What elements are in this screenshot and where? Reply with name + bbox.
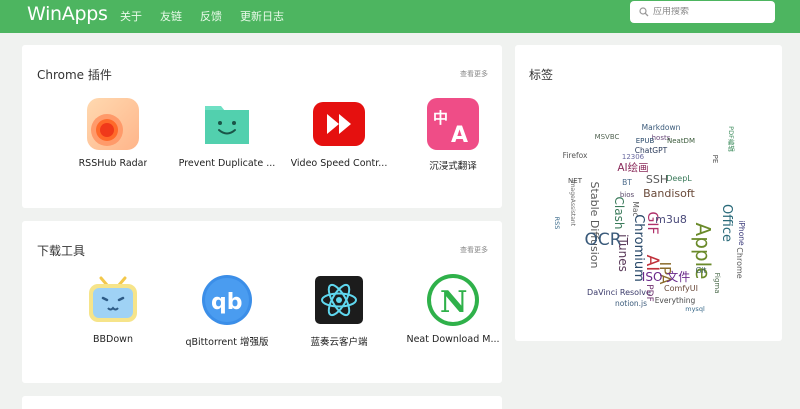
svg-text:qb: qb	[211, 290, 243, 315]
app-card-rsshub-radar[interactable]: RSSHub Radar	[58, 96, 168, 176]
view-more-link[interactable]: 查看更多	[460, 69, 488, 79]
app-card-lanzou-client[interactable]: 蓝奏云客户端	[284, 272, 394, 352]
tag-39[interactable]: Mac	[631, 201, 640, 216]
tag-33[interactable]: Clash	[612, 197, 626, 230]
app-name: Prevent Duplicate ...	[178, 158, 276, 169]
nav-feedback[interactable]: 反馈	[200, 8, 222, 24]
tag-35[interactable]: Git	[696, 266, 707, 275]
site-logo[interactable]: WinApps	[27, 3, 108, 25]
tag-17[interactable]: m3u8	[655, 213, 687, 226]
tag-11[interactable]: SSH	[646, 173, 668, 186]
tag-20[interactable]: Stable Diffusion	[588, 182, 601, 269]
section-tags: 标签 Markdown hosts MSVBC EPUB NeatDM PDF编辑 Fire…	[515, 45, 782, 341]
app-name: Video Speed Contr...	[290, 158, 388, 169]
search-box[interactable]	[630, 1, 775, 23]
tag-10[interactable]: AI绘画	[617, 161, 648, 174]
tag-5[interactable]: PDF编辑	[727, 126, 736, 152]
app-name: Neat Download M...	[406, 334, 500, 345]
tag-30[interactable]: Photoshop	[647, 312, 687, 313]
tag-26[interactable]: ComfyUI	[664, 284, 698, 293]
prevent-duplicate-icon	[205, 106, 249, 144]
tag-24[interactable]: ISO 文件	[642, 269, 690, 284]
tag-8[interactable]: ChatGPT	[635, 146, 668, 155]
tag-31[interactable]: RSS	[553, 217, 561, 230]
lanzou-client-icon	[315, 276, 363, 324]
tag-9[interactable]: PE	[711, 155, 719, 164]
app-name: RSSHub Radar	[78, 158, 148, 169]
tag-37[interactable]: BT	[622, 178, 632, 187]
neat-download-manager-icon: N	[427, 274, 479, 326]
app-card-video-speed-controller[interactable]: Video Speed Contr...	[284, 96, 394, 176]
section-chrome-plugins: Chrome 插件 查看更多 RSSHub Radar Prevent Dupl…	[22, 45, 502, 208]
tag-22[interactable]: iTunes	[616, 234, 630, 272]
search-icon	[639, 7, 649, 17]
tag-27[interactable]: Everything	[655, 296, 696, 305]
app-grid: RSSHub Radar Prevent Duplicate ... Video…	[22, 96, 502, 196]
section-download-tools: 下载工具 查看更多 BBDown qb qBittorrent 增强版 蓝奏云客…	[22, 221, 502, 383]
tag-42[interactable]: PDF	[644, 284, 654, 302]
tag-12[interactable]: DeepL	[666, 174, 692, 183]
video-speed-controller-icon	[313, 102, 365, 146]
tag-38[interactable]: bios	[620, 191, 635, 199]
tag-3[interactable]: EPUB	[636, 137, 655, 145]
rsshub-radar-icon	[87, 98, 139, 150]
tag-25[interactable]: DaVinci Resolve	[587, 288, 651, 297]
app-name: 沉浸式翻译	[429, 161, 477, 172]
app-name: 蓝奏云客户端	[310, 337, 368, 348]
tag-13[interactable]: Bandisoft	[643, 187, 695, 200]
tag-18[interactable]: Office	[719, 204, 734, 242]
nav-friend-links[interactable]: 友链	[160, 8, 182, 24]
app-card-neat-download-manager[interactable]: N Neat Download M...	[398, 272, 508, 352]
section-title: 下载工具	[37, 244, 86, 258]
nav-about[interactable]: 关于	[120, 8, 142, 24]
app-name: BBDown	[93, 334, 133, 345]
app-card-bbdown[interactable]: BBDown	[58, 272, 168, 352]
tag-29[interactable]: mysql	[685, 305, 705, 313]
tag-34[interactable]: ImageAssistant	[569, 180, 576, 227]
tag-4[interactable]: NeatDM	[667, 137, 695, 145]
tag-28[interactable]: notion.js	[615, 299, 647, 308]
tag-0[interactable]: Markdown	[642, 123, 681, 132]
app-card-immersive-translate[interactable]: 中 A 沉浸式翻译	[398, 96, 508, 176]
tag-2[interactable]: MSVBC	[595, 133, 620, 141]
top-navbar: WinApps 关于 友链 反馈 更新日志	[0, 0, 800, 33]
svg-text:N: N	[440, 285, 467, 320]
immersive-translate-icon: 中 A	[427, 98, 479, 150]
view-more-link[interactable]: 查看更多	[460, 245, 488, 255]
section-next	[22, 396, 502, 409]
tag-41[interactable]: Figma	[713, 272, 721, 293]
main-nav: 关于 友链 反馈 更新日志	[120, 8, 284, 24]
app-name: qBittorrent 增强版	[185, 337, 269, 348]
bbdown-icon	[89, 276, 137, 322]
qbittorrent-icon: qb	[202, 275, 252, 325]
tag-cloud: MarkdownhostsMSVBC EPUB NeatDM PDF编辑Firefox…	[553, 123, 745, 313]
tag-6[interactable]: Firefox	[563, 151, 588, 160]
tag-40[interactable]: iPhone	[737, 220, 745, 246]
nav-changelog[interactable]: 更新日志	[240, 8, 284, 24]
tag-36[interactable]: Chrome	[735, 247, 744, 278]
svg-text:中: 中	[433, 109, 448, 127]
app-grid: BBDown qb qBittorrent 增强版 蓝奏云客户端 N Neat …	[22, 272, 502, 372]
svg-text:A: A	[451, 123, 468, 148]
app-card-prevent-duplicate[interactable]: Prevent Duplicate ...	[172, 96, 282, 176]
app-card-qbittorrent[interactable]: qb qBittorrent 增强版	[172, 272, 282, 352]
section-title: Chrome 插件	[37, 68, 112, 82]
section-title: 标签	[529, 68, 554, 82]
search-input[interactable]	[653, 7, 771, 17]
